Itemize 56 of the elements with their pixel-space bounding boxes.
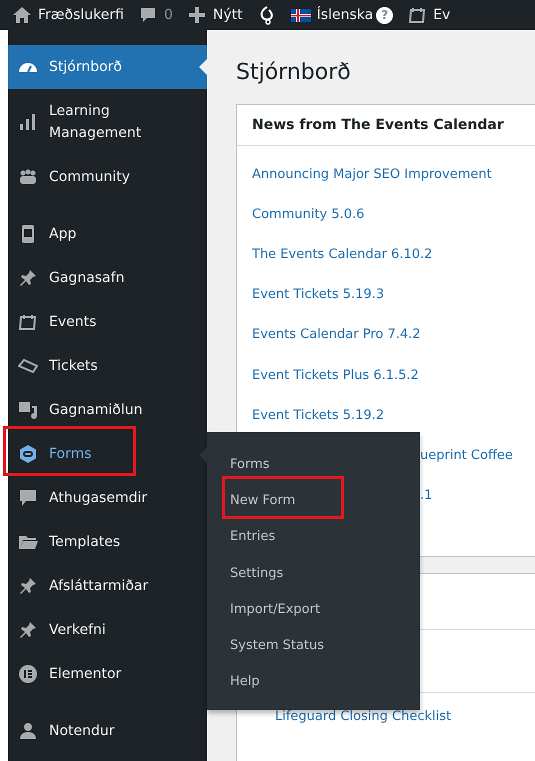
pushpin-icon (18, 620, 38, 640)
submenu-item[interactable]: Settings (230, 566, 284, 581)
media-icon (18, 400, 38, 420)
sidebar-item[interactable]: Verkefni (8, 608, 207, 652)
people-icon (18, 167, 38, 187)
person-icon (18, 721, 38, 741)
news-link[interactable]: .1 (420, 488, 432, 504)
home-icon (12, 5, 32, 25)
submenu-item[interactable]: Help (230, 674, 260, 690)
sidebar-item[interactable]: Athugasemdir (8, 476, 207, 520)
sidebar-item[interactable]: Elementor (8, 652, 207, 696)
sidebar-item[interactable]: Learning Management (8, 89, 207, 155)
submenu-item[interactable]: Import/Export (230, 602, 320, 617)
toolbar-item[interactable]: 0 (138, 5, 173, 25)
widget-title: News from The Events Calendar (252, 117, 504, 133)
news-link[interactable]: The Events Calendar 6.10.2 (252, 246, 432, 262)
news-link[interactable]: Event Tickets Plus 6.1.5.2 (252, 368, 419, 383)
elementor-logo-icon (18, 664, 38, 684)
toolbar-item[interactable]: Íslenska ? (290, 5, 394, 25)
sidebar-item[interactable]: Gagnasafn (8, 256, 207, 300)
toolbar-item[interactable]: Ev (407, 5, 450, 25)
toolbar-item[interactable]: Fræðslukerfi (12, 5, 124, 25)
news-link[interactable]: Announcing Major SEO Improvement (252, 166, 492, 182)
submenu-item[interactable]: Forms (230, 456, 270, 472)
toolbar-item[interactable]: Nýtt (186, 5, 243, 25)
news-link[interactable]: ueprint Coffee (420, 448, 513, 463)
sidebar-item[interactable]: Community (8, 155, 207, 199)
sidebar-item[interactable]: Gagnamiðlun (8, 388, 207, 432)
sidebar-item[interactable]: App (8, 212, 207, 256)
sidebar-item[interactable]: Events (8, 300, 207, 344)
page-title: Stjórnborð (236, 59, 352, 87)
sidebar-item[interactable]: Notendur (8, 709, 207, 753)
ticket-icon (18, 356, 38, 376)
form-logo-icon (18, 444, 38, 464)
sidebar-item[interactable]: Afsláttarmiðar (8, 564, 207, 608)
submenu-item[interactable]: System Status (230, 638, 324, 654)
calendar-icon (18, 312, 38, 332)
calendar-icon (407, 5, 428, 25)
bar-chart-icon (18, 112, 38, 132)
news-link[interactable]: Event Tickets 5.19.2 (252, 408, 384, 423)
submenu-item[interactable]: Entries (230, 529, 276, 544)
news-link[interactable]: Event Tickets 5.19.3 (252, 287, 384, 302)
sidebar-item[interactable]: Tickets (8, 344, 207, 388)
sidebar-item[interactable]: Stjórnborð (8, 45, 207, 89)
sidebar-item[interactable]: Templates (8, 520, 207, 564)
sidebar-item[interactable]: Forms (8, 432, 207, 476)
plus-icon (186, 5, 207, 25)
speech-bubble-icon (18, 488, 38, 508)
post-link[interactable]: Lifeguard Closing Checklist (275, 709, 452, 724)
news-link[interactable]: Events Calendar Pro 7.4.2 (252, 327, 421, 342)
submenu-item[interactable]: New Form (230, 492, 296, 508)
pushpin-icon (18, 576, 38, 596)
comment-count: 0 (164, 7, 173, 23)
help-badge[interactable]: ? (376, 6, 394, 24)
pushpin-icon (18, 268, 38, 288)
news-link[interactable]: Community 5.0.6 (252, 206, 364, 222)
